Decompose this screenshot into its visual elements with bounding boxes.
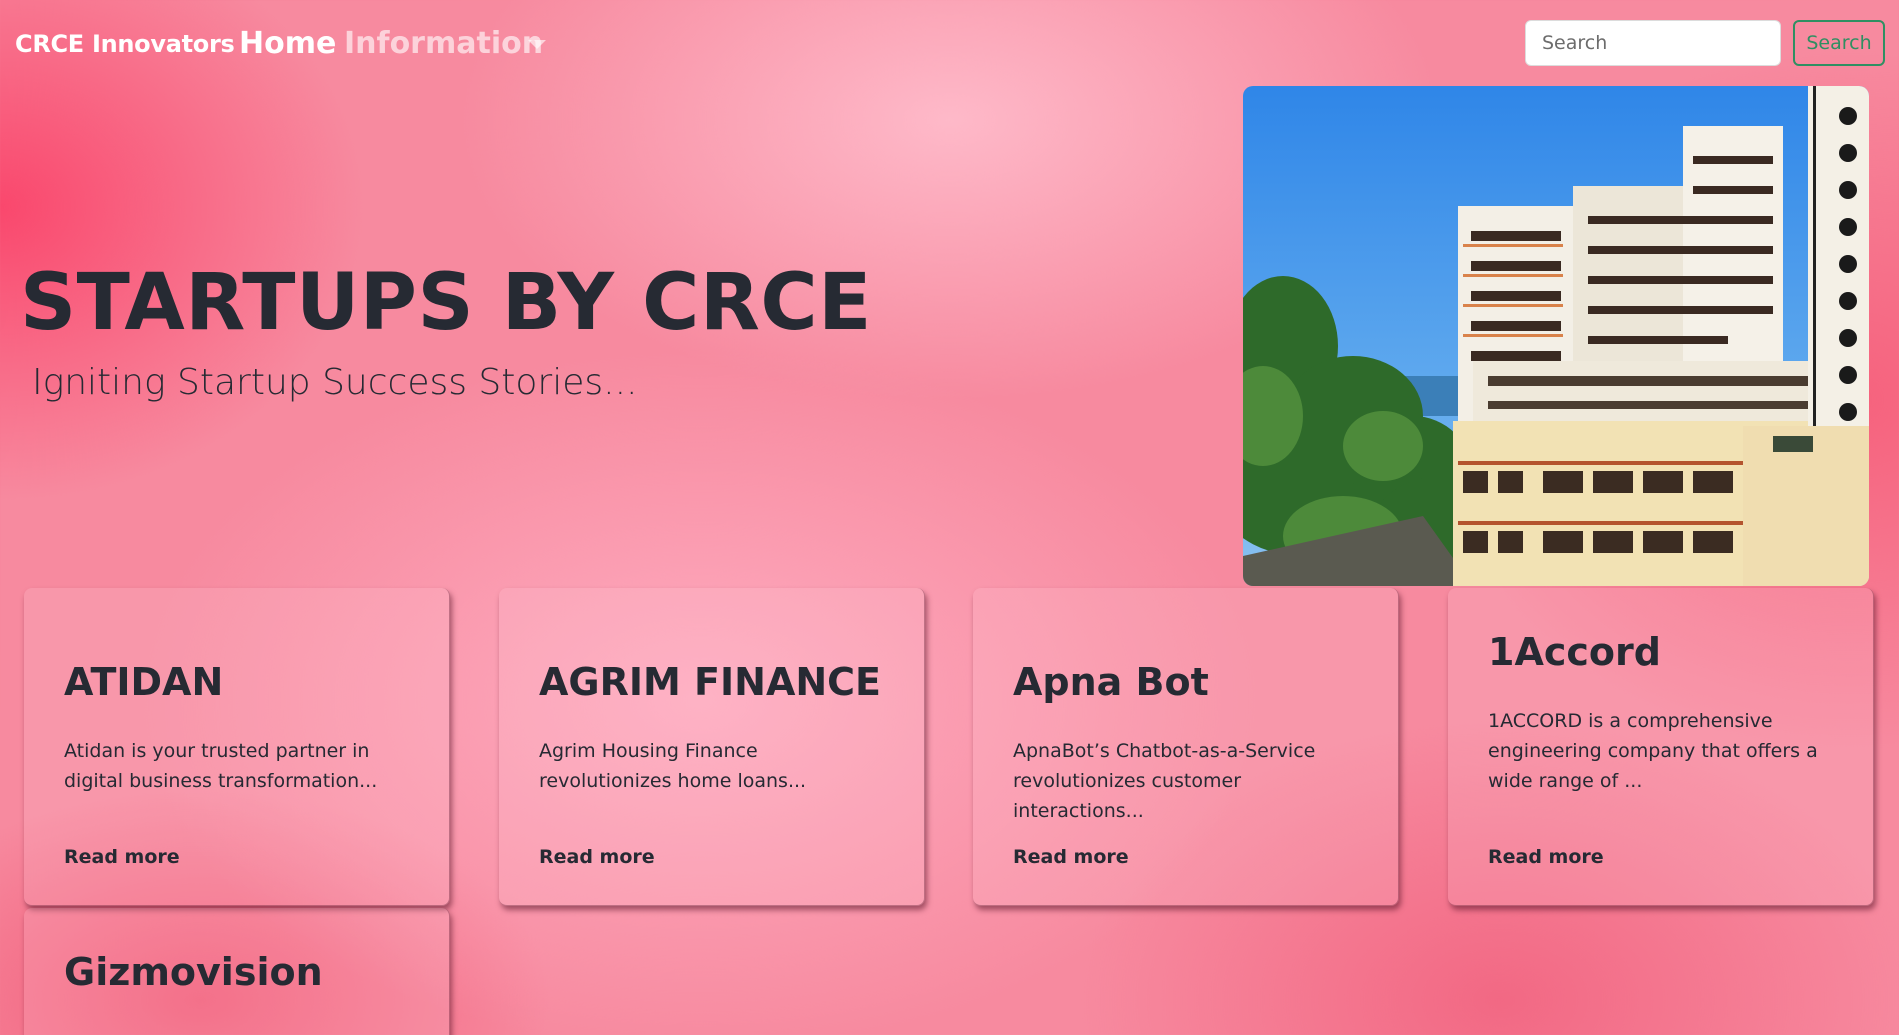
brand-link[interactable]: CRCE Innovators (15, 30, 235, 58)
search-button[interactable]: Search (1793, 20, 1885, 66)
read-more-link[interactable]: Read more (64, 846, 180, 868)
search-input[interactable] (1525, 20, 1781, 66)
card-title: Apna Bot (1013, 660, 1209, 704)
card-description: 1ACCORD is a comprehensive engineering c… (1488, 710, 1818, 792)
read-more-link[interactable]: Read more (1488, 846, 1604, 868)
card-title: Gizmovision (64, 950, 323, 994)
startup-card: Apna Bot ApnaBot’s Chatbot-as-a-Service … (973, 588, 1399, 906)
nav-home-link[interactable]: Home (239, 26, 336, 61)
card-description: Atidan is your trusted partner in digita… (64, 740, 378, 792)
card-title: AGRIM FINANCE (539, 660, 881, 704)
read-more-link[interactable]: Read more (539, 846, 655, 868)
startup-card: Gizmovision (24, 908, 450, 1035)
card-description: ApnaBot’s Chatbot-as-a-Service revolutio… (1013, 740, 1316, 822)
card-description: Agrim Housing Finance revolutionizes hom… (539, 740, 807, 792)
campus-building-image (1243, 86, 1869, 586)
read-more-link[interactable]: Read more (1013, 846, 1129, 868)
navbar: CRCE Innovators Home Information Search (0, 0, 1899, 88)
startup-card: 1Accord 1ACCORD is a comprehensive engin… (1448, 588, 1874, 906)
card-title: ATIDAN (64, 660, 224, 704)
startup-card: AGRIM FINANCE Agrim Housing Finance revo… (499, 588, 925, 906)
page-subtitle: Igniting Startup Success Stories... (32, 362, 638, 403)
card-title: 1Accord (1488, 630, 1661, 674)
chevron-down-icon[interactable] (528, 40, 546, 49)
startup-card: ATIDAN Atidan is your trusted partner in… (24, 588, 450, 906)
nav-information-dropdown[interactable]: Information (344, 26, 543, 61)
page-title: STARTUPS BY CRCE (20, 258, 872, 348)
